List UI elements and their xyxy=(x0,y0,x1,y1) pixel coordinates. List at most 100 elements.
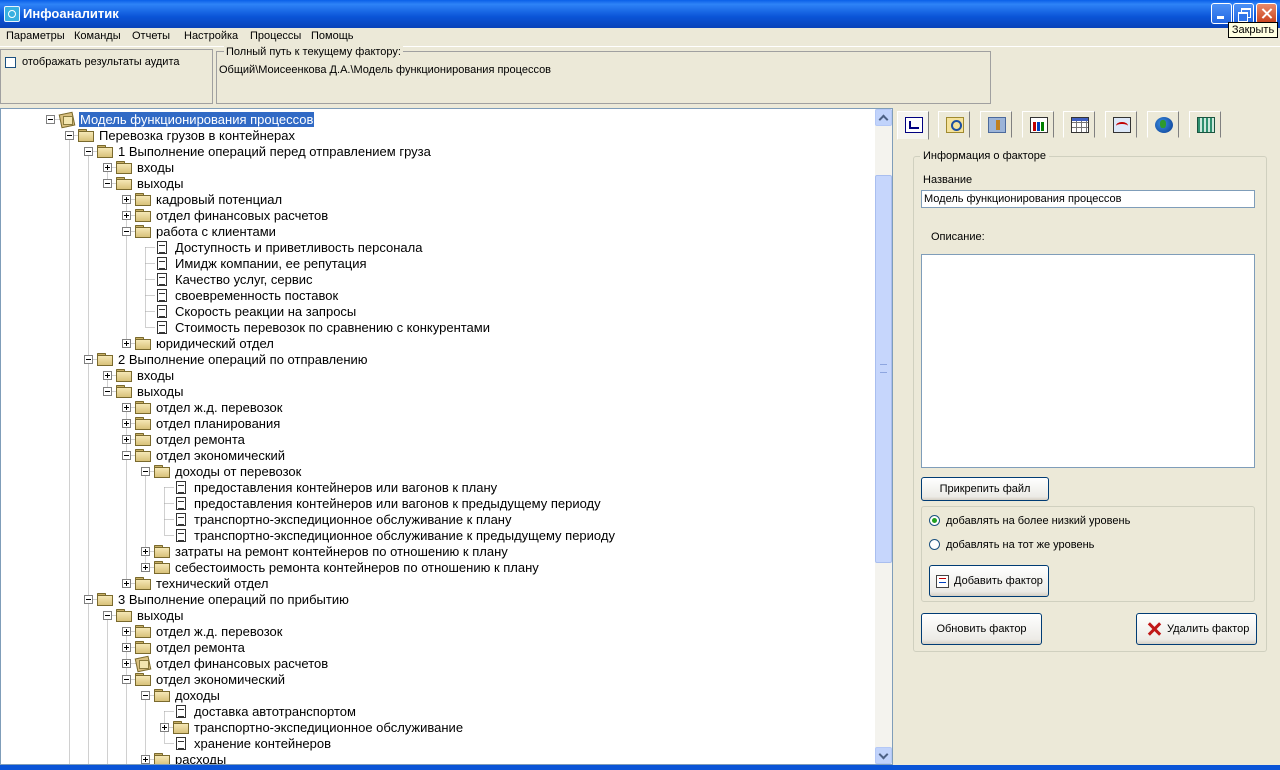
menu-reports[interactable]: Отчеты xyxy=(130,28,172,45)
tree-node-label[interactable]: доходы xyxy=(174,688,221,703)
tab-line-graph[interactable] xyxy=(1105,111,1137,138)
tab-bar-chart[interactable] xyxy=(1022,111,1054,138)
minimize-button[interactable] xyxy=(1211,3,1232,24)
tree-node[interactable]: отдел ремонта xyxy=(1,639,871,655)
tree-node-label[interactable]: 3 Выполнение операций по прибытию xyxy=(117,592,350,607)
expand-icon[interactable] xyxy=(122,211,131,220)
tree-node-label[interactable]: расходы xyxy=(174,752,227,764)
tree-node[interactable]: отдел планирования xyxy=(1,415,871,431)
tree-node-label[interactable]: Модель функционирования процессов xyxy=(79,112,315,127)
collapse-icon[interactable] xyxy=(65,131,74,140)
tree-node-label[interactable]: технический отдел xyxy=(155,576,269,591)
tree-node[interactable]: выходы xyxy=(1,383,871,399)
tree-node[interactable]: предоставления контейнеров или вагонов к… xyxy=(1,495,871,511)
tree-node[interactable]: расходы xyxy=(1,751,871,764)
collapse-icon[interactable] xyxy=(84,595,93,604)
panel-splitter[interactable] xyxy=(893,108,897,765)
tree-node-label[interactable]: Имидж компании, ее репутация xyxy=(174,256,368,271)
tree-node[interactable]: отдел ремонта xyxy=(1,431,871,447)
collapse-icon[interactable] xyxy=(122,451,131,460)
tree-node-label[interactable]: отдел финансовых расчетов xyxy=(155,208,329,223)
tree-node-label[interactable]: отдел экономический xyxy=(155,672,286,687)
radio-add-lower-level[interactable] xyxy=(929,515,940,526)
expand-icon[interactable] xyxy=(103,371,112,380)
tree-node[interactable]: хранение контейнеров xyxy=(1,735,871,751)
tab-table[interactable] xyxy=(1063,111,1095,138)
tree-node-label[interactable]: Доступность и приветливость персонала xyxy=(174,240,423,255)
tree-node[interactable]: доставка автотранспортом xyxy=(1,703,871,719)
tree-node-label[interactable]: предоставления контейнеров или вагонов к… xyxy=(193,480,498,495)
tree-node-label[interactable]: транспортно-экспедиционное обслуживание … xyxy=(193,528,616,543)
tree-vertical-scrollbar[interactable] xyxy=(875,109,892,764)
tree-node[interactable]: входы xyxy=(1,367,871,383)
tree-node-label[interactable]: предоставления контейнеров или вагонов к… xyxy=(193,496,602,511)
scroll-thumb[interactable] xyxy=(875,175,892,563)
tree-node-label[interactable]: кадровый потенциал xyxy=(155,192,283,207)
tree-node[interactable]: Стоимость перевозок по сравнению с конку… xyxy=(1,319,871,335)
collapse-icon[interactable] xyxy=(103,611,112,620)
expand-icon[interactable] xyxy=(122,659,131,668)
factor-name-field[interactable]: Модель функционирования процессов xyxy=(921,190,1255,208)
tree-node-label[interactable]: транспортно-экспедиционное обслуживание … xyxy=(193,512,513,527)
audit-checkbox[interactable] xyxy=(5,57,16,68)
tree-node[interactable]: транспортно-экспедиционное обслуживание … xyxy=(1,527,871,543)
collapse-icon[interactable] xyxy=(122,675,131,684)
tree-node[interactable]: юридический отдел xyxy=(1,335,871,351)
radio-add-same-level[interactable] xyxy=(929,539,940,550)
tree-node[interactable]: своевременность поставок xyxy=(1,287,871,303)
tree-node-label[interactable]: доходы от перевозок xyxy=(174,464,302,479)
tree-node[interactable]: Модель функционирования процессов xyxy=(1,111,871,127)
tree-node[interactable]: отдел ж.д. перевозок xyxy=(1,623,871,639)
radio-add-same-level-label[interactable]: добавлять на тот же уровень xyxy=(946,539,1094,551)
expand-icon[interactable] xyxy=(122,435,131,444)
attach-file-button[interactable]: Прикрепить файл xyxy=(921,477,1049,501)
tree-node-label[interactable]: отдел ремонта xyxy=(155,640,246,655)
collapse-icon[interactable] xyxy=(103,387,112,396)
tree-node[interactable]: выходы xyxy=(1,175,871,191)
tree-node[interactable]: Скорость реакции на запросы xyxy=(1,303,871,319)
tree-node[interactable]: работа с клиентами xyxy=(1,223,871,239)
tree-node-label[interactable]: выходы xyxy=(136,384,184,399)
tree-node-label[interactable]: отдел ж.д. перевозок xyxy=(155,400,283,415)
add-factor-button[interactable]: Добавить фактор xyxy=(929,565,1049,597)
menu-settings[interactable]: Настройка xyxy=(182,28,240,45)
expand-icon[interactable] xyxy=(122,643,131,652)
factor-tree[interactable]: Модель функционирования процессов Перевоз… xyxy=(0,108,893,765)
expand-icon[interactable] xyxy=(122,403,131,412)
tree-node[interactable]: предоставления контейнеров или вагонов к… xyxy=(1,479,871,495)
delete-factor-button[interactable]: Удалить фактор xyxy=(1136,613,1257,645)
scroll-down-button[interactable] xyxy=(875,747,892,764)
tree-node[interactable]: Доступность и приветливость персонала xyxy=(1,239,871,255)
tree-node[interactable]: отдел финансовых расчетов xyxy=(1,655,871,671)
expand-icon[interactable] xyxy=(122,419,131,428)
tree-node[interactable]: 2 Выполнение операций по отправлению xyxy=(1,351,871,367)
tree-node-label[interactable]: отдел ремонта xyxy=(155,432,246,447)
tree-node[interactable]: технический отдел xyxy=(1,575,871,591)
collapse-icon[interactable] xyxy=(46,115,55,124)
tree-node-label[interactable]: Скорость реакции на запросы xyxy=(174,304,357,319)
collapse-icon[interactable] xyxy=(103,179,112,188)
expand-icon[interactable] xyxy=(122,627,131,636)
tree-node-label[interactable]: отдел ж.д. перевозок xyxy=(155,624,283,639)
tree-node-label[interactable]: выходы xyxy=(136,608,184,623)
tree-node-label[interactable]: себестоимость ремонта контейнеров по отн… xyxy=(174,560,540,575)
expand-icon[interactable] xyxy=(141,563,150,572)
tree-node-label[interactable]: 1 Выполнение операций перед отправлением… xyxy=(117,144,432,159)
tree-node-label[interactable]: затраты на ремонт контейнеров по отношен… xyxy=(174,544,509,559)
tree-node-label[interactable]: юридический отдел xyxy=(155,336,275,351)
menu-help[interactable]: Помощь xyxy=(309,28,356,45)
tree-node[interactable]: выходы xyxy=(1,607,871,623)
tree-node[interactable]: отдел экономический xyxy=(1,447,871,463)
tree-node[interactable]: отдел ж.д. перевозок xyxy=(1,399,871,415)
close-button[interactable] xyxy=(1256,3,1277,24)
restore-button[interactable] xyxy=(1233,3,1254,24)
tree-node-label[interactable]: своевременность поставок xyxy=(174,288,339,303)
tree-node[interactable]: Имидж компании, ее репутация xyxy=(1,255,871,271)
tree-node-label[interactable]: отдел финансовых расчетов xyxy=(155,656,329,671)
tab-globe[interactable] xyxy=(1147,111,1179,138)
tree-node-label[interactable]: выходы xyxy=(136,176,184,191)
tab-tools[interactable] xyxy=(980,111,1012,138)
tree-node[interactable]: транспортно-экспедиционное обслуживание … xyxy=(1,511,871,527)
menu-processes[interactable]: Процессы xyxy=(248,28,303,45)
expand-icon[interactable] xyxy=(141,755,150,764)
